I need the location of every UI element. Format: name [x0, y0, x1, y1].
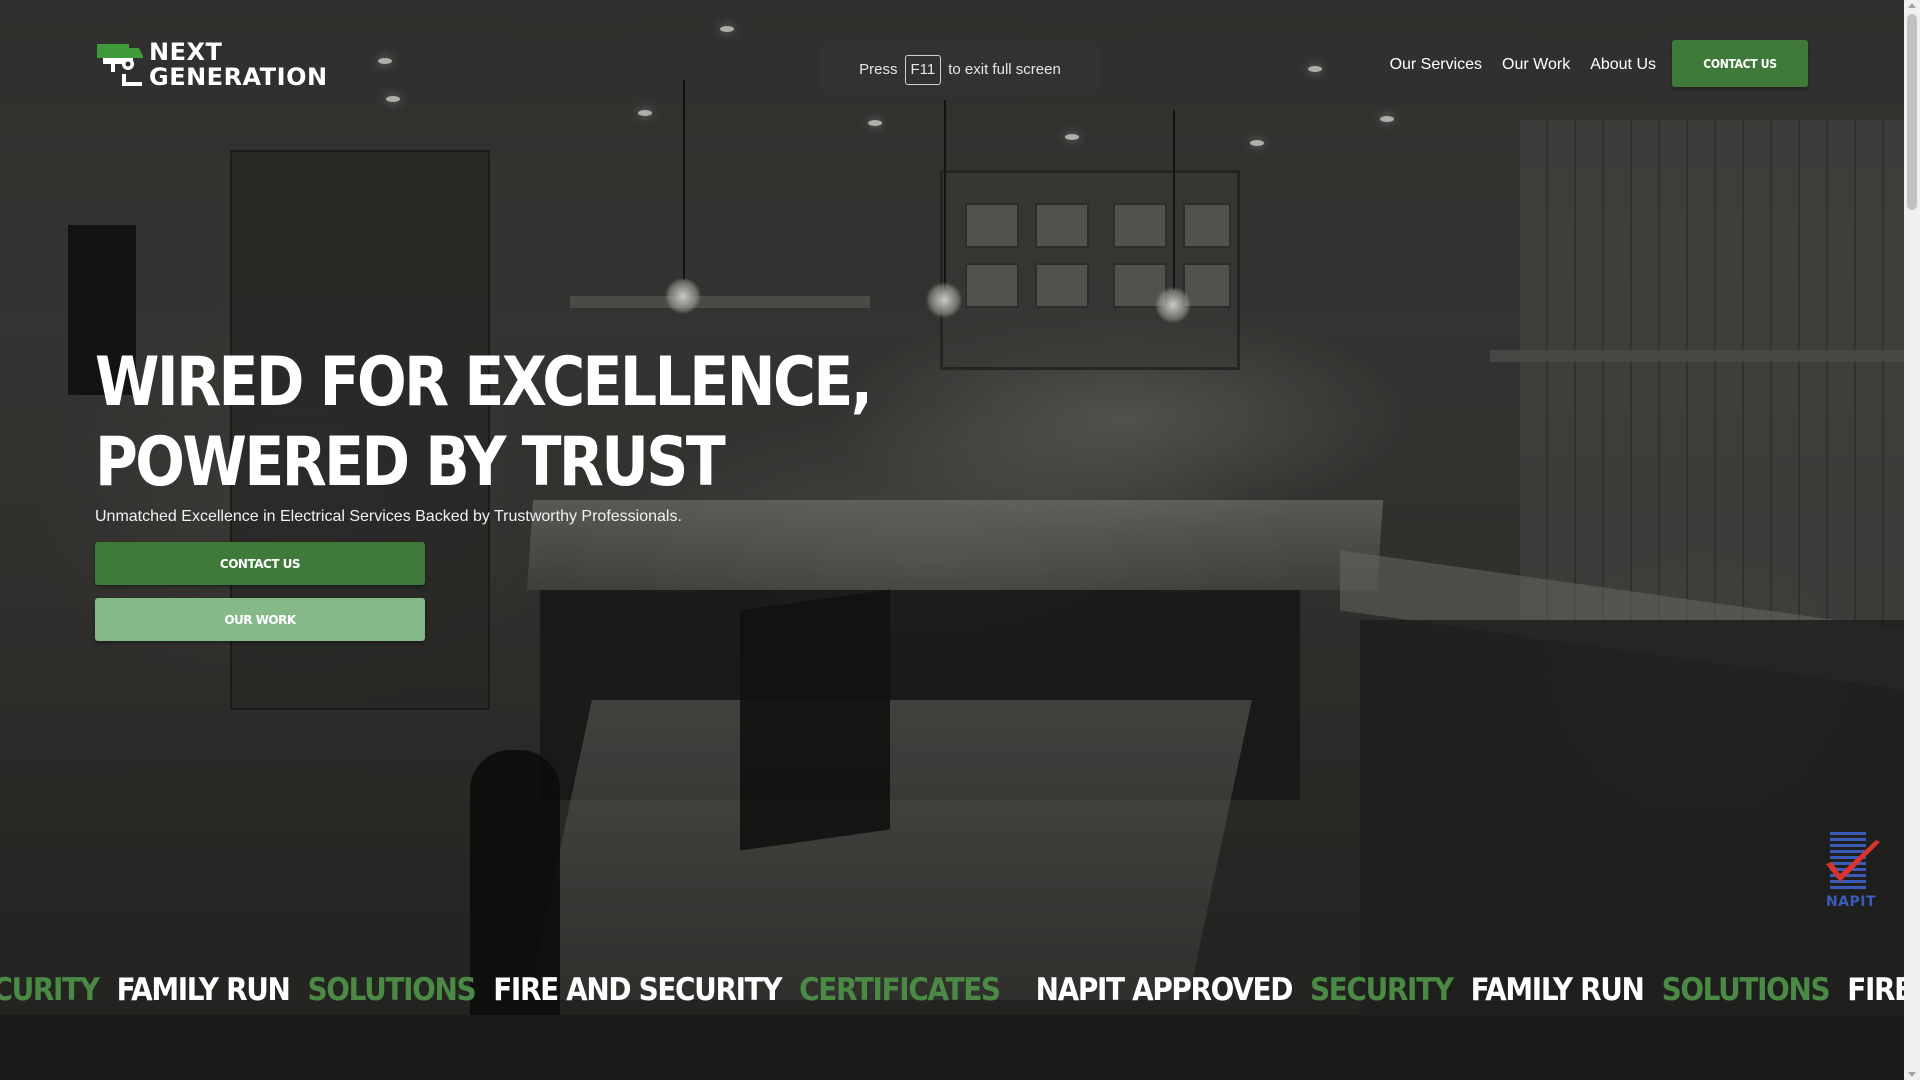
marquee-item: SOLUTIONS [307, 972, 477, 1008]
toast-key: F11 [904, 54, 942, 85]
page-bottom-band [0, 1015, 1904, 1080]
marquee-item: SECURITY [0, 972, 100, 1008]
hero-dark-overlay [0, 0, 1904, 1080]
nav-about-us[interactable]: About Us [1590, 53, 1656, 77]
header-contact-button[interactable]: CONTACT US [1672, 40, 1808, 87]
logo-wordmark: NEXT GENERATION [149, 40, 328, 90]
marquee-item: CERTIFICATES [799, 972, 1001, 1008]
nav-our-services[interactable]: Our Services [1390, 53, 1482, 77]
headline-line2: POWERED BY TRUST [95, 423, 726, 502]
scroll-up-icon[interactable] [1908, 3, 1916, 8]
site-logo[interactable]: NEXT GENERATION [95, 40, 328, 90]
main-nav: Our Services Our Work About Us [1390, 53, 1656, 77]
logo-line2: GENERATION [149, 63, 328, 91]
scroll-down-icon[interactable] [1908, 1072, 1916, 1077]
marquee-item: NAPIT APPROVED [1035, 972, 1294, 1008]
nav-our-work[interactable]: Our Work [1502, 53, 1570, 77]
marquee-item: FAMILY RUN [1470, 972, 1645, 1008]
marquee-item: FAMILY RUN [116, 972, 291, 1008]
hero-our-work-button[interactable]: OUR WORK [95, 598, 425, 641]
marquee-item: SECURITY [1310, 972, 1454, 1008]
marquee-item: FIRE AND SECURITY [1847, 972, 1904, 1008]
toast-prefix: Press [859, 61, 898, 78]
fullscreen-toast: Press F11 to exit full screen [821, 45, 1099, 94]
toast-suffix: to exit full screen [948, 61, 1061, 78]
napit-label: NAPIT [1825, 894, 1877, 910]
scrollbar-thumb[interactable] [1907, 14, 1917, 210]
headline-line1: WIRED FOR EXCELLENCE, [95, 343, 873, 422]
hero-contact-button[interactable]: CONTACT US [95, 542, 425, 585]
van-plug-icon [95, 42, 145, 88]
logo-line1: NEXT [149, 38, 223, 66]
page-scrollbar[interactable] [1904, 0, 1920, 1080]
features-marquee: SECURITY FAMILY RUN SOLUTIONS FIRE AND SECU… [0, 965, 1904, 1015]
hero-subline: Unmatched Excellence in Electrical Servi… [95, 508, 682, 525]
marquee-item: SOLUTIONS [1661, 972, 1831, 1008]
napit-badge: NAPIT [1816, 830, 1886, 910]
marquee-item: FIRE AND SECURITY [493, 972, 782, 1008]
hero-headline: WIRED FOR EXCELLENCE, POWERED BY TRUST [95, 343, 873, 503]
marquee-track: SECURITY FAMILY RUN SOLUTIONS FIRE AND SECU… [0, 965, 1904, 1015]
